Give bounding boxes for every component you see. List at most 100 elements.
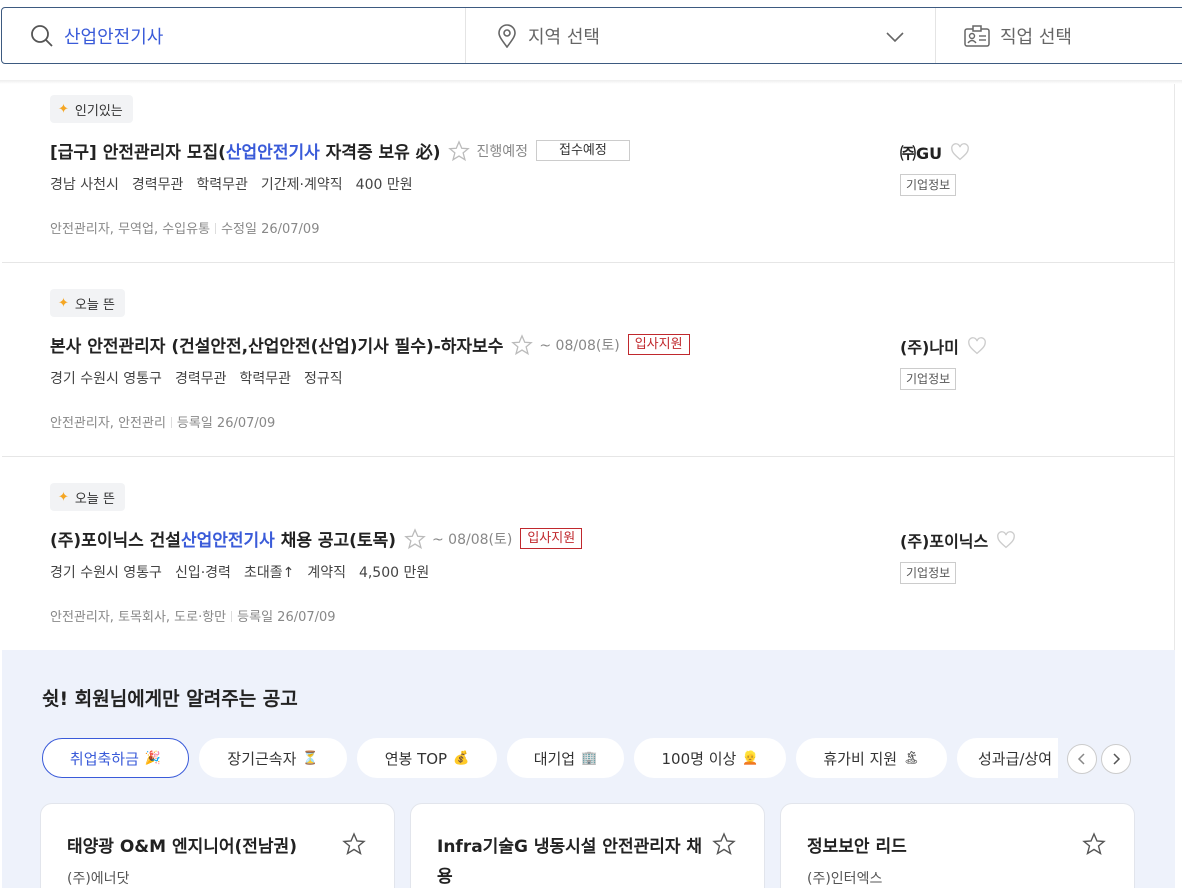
chevron-left-icon: [1077, 753, 1085, 765]
location-pin-icon: [498, 23, 516, 48]
company-name[interactable]: (주)나미: [900, 334, 987, 358]
company-info-button[interactable]: 기업정보: [900, 368, 957, 390]
job-item[interactable]: ✦ 인기있는 [급구] 안전관리자 모집(산업안전기사 자격증 보유 必) 진행…: [2, 84, 1174, 263]
star-icon[interactable]: [404, 527, 426, 550]
chip-bonus[interactable]: 성과급/상여: [957, 738, 1058, 778]
apply-badge[interactable]: 입사지원: [627, 334, 690, 355]
job-badge: ✦ 오늘 뜬: [50, 483, 125, 511]
company-info-button[interactable]: 기업정보: [900, 174, 957, 196]
job-meta: 경기 수원시 영통구 경력무관 학력무관 정규직: [50, 368, 356, 388]
chip-100-plus[interactable]: 100명 이상 👱: [634, 738, 786, 778]
chevron-down-icon: [886, 32, 904, 43]
party-icon: 🎉: [144, 750, 162, 766]
company-info-button[interactable]: 기업정보: [900, 562, 957, 584]
chip-vacation-support[interactable]: 휴가비 지원 🏝: [796, 738, 947, 778]
region-label: 지역 선택: [528, 26, 600, 48]
recommend-card[interactable]: 태양광 O&M 엔지니어(전남권) (주)에너닷: [40, 803, 395, 888]
job-career: 신입·경력: [174, 565, 231, 581]
job-title-row: 본사 안전관리자 (건설안전,산업안전(산업)기사 필수)-하자보수 ~ 08/…: [50, 332, 690, 357]
job-item[interactable]: ✦ 오늘 뜬 본사 안전관리자 (건설안전,산업안전(산업)기사 필수)-하자보…: [2, 263, 1174, 457]
sparkle-icon: ✦: [58, 295, 69, 311]
job-deadline: ~ 08/08(토): [432, 531, 513, 548]
job-location: 경남 사천시: [50, 177, 119, 193]
job-title-row: [급구] 안전관리자 모집(산업안전기사 자격증 보유 必) 진행예정 접수예정: [50, 138, 630, 163]
badge-label: 인기있는: [74, 103, 123, 119]
next-button[interactable]: [1101, 744, 1131, 774]
star-icon[interactable]: [342, 832, 366, 856]
company-name[interactable]: (주)포이닉스: [900, 528, 1016, 552]
job-date: 등록일 26/07/09: [176, 416, 276, 431]
job-meta: 경기 수원시 영통구 신입·경력 초대졸↑ 계약직 4,500 만원: [50, 562, 442, 582]
job-categories: 안전관리자, 무역업, 수입유통: [50, 222, 211, 237]
job-location: 경기 수원시 영통구: [50, 371, 162, 387]
job-title-row: (주)포이닉스 건설산업안전기사 채용 공고(토목) ~ 08/08(토) 입사…: [50, 526, 583, 551]
badge-label: 오늘 뜬: [74, 297, 115, 313]
job-label: 직업 선택: [1000, 26, 1072, 48]
heart-icon[interactable]: [967, 337, 987, 355]
job-type: 기간제·계약직: [260, 177, 343, 193]
status-badge: 접수예정: [536, 140, 630, 161]
hourglass-icon: ⏳: [302, 750, 319, 766]
job-categories: 안전관리자, 안전관리: [50, 416, 166, 431]
job-salary: 4,500 만원: [358, 565, 430, 581]
star-icon[interactable]: [448, 139, 471, 162]
job-education: 학력무관: [239, 371, 292, 387]
member-recommend-section: 쉿! 회원님에게만 알려주는 공고 취업축하금 🎉 장기근속자 ⏳ 연봉 TOP 💰 …: [2, 650, 1175, 888]
section-heading: 쉿! 회원님에게만 알려주는 공고: [42, 688, 298, 710]
building-icon: 🏢: [581, 750, 598, 766]
heart-icon[interactable]: [950, 143, 970, 161]
card-company: (주)인터엑스: [807, 871, 883, 887]
card-title: 정보보안 리드: [807, 837, 907, 857]
search-bar: 산업안전기사 지역 선택 직업 선택: [1, 7, 1182, 64]
job-meta: 경남 사천시 경력무관 학력무관 기간제·계약직 400 만원: [50, 174, 426, 194]
chip-large-company[interactable]: 대기업 🏢: [507, 738, 624, 778]
star-icon[interactable]: [1082, 832, 1106, 856]
card-title: 태양광 O&M 엔지니어(전남권): [67, 837, 297, 857]
job-type: 계약직: [307, 565, 346, 581]
company-name[interactable]: ㈜GU: [900, 140, 970, 164]
job-career: 경력무관: [131, 177, 184, 193]
sparkle-icon: ✦: [58, 101, 69, 117]
star-icon[interactable]: [712, 832, 736, 856]
job-location: 경기 수원시 영통구: [50, 565, 162, 581]
person-icon: 👱: [742, 750, 759, 766]
job-deadline: ~ 08/08(토): [539, 337, 620, 354]
prev-button[interactable]: [1067, 744, 1097, 774]
card-company: (주)에너닷: [67, 871, 130, 887]
job-footer: 안전관리자, 무역업, 수입유통 수정일 26/07/09: [50, 218, 319, 237]
chip-salary-top[interactable]: 연봉 TOP 💰: [357, 738, 497, 778]
recommend-card[interactable]: Infra기술G 냉동시설 안전관리자 채용: [410, 803, 765, 888]
region-select[interactable]: 지역 선택: [466, 8, 936, 63]
keyword-search-input[interactable]: 산업안전기사: [2, 8, 466, 63]
job-education: 학력무관: [196, 177, 248, 193]
money-bag-icon: 💰: [453, 750, 470, 766]
heart-icon[interactable]: [996, 531, 1016, 549]
star-icon[interactable]: [511, 333, 534, 356]
job-categories: 안전관리자, 토목회사, 도로·항만: [50, 610, 227, 625]
job-footer: 안전관리자, 안전관리 등록일 26/07/09: [50, 412, 275, 431]
sparkle-icon: ✦: [58, 489, 69, 505]
keyword-value: 산업안전기사: [64, 26, 164, 48]
job-date: 수정일 26/07/09: [221, 222, 320, 237]
job-title[interactable]: 본사 안전관리자 (건설안전,산업안전(산업)기사 필수)-하자보수: [50, 332, 503, 357]
job-select[interactable]: 직업 선택: [936, 8, 1182, 63]
job-title[interactable]: (주)포이닉스 건설산업안전기사 채용 공고(토목): [50, 526, 396, 551]
job-type: 정규직: [304, 371, 343, 387]
recommend-card[interactable]: 정보보안 리드 (주)인터엑스: [780, 803, 1135, 888]
job-badge: ✦ 인기있는: [50, 95, 133, 123]
job-badge: ✦ 오늘 뜬: [50, 289, 125, 317]
job-education: 초대졸↑: [243, 565, 295, 581]
job-footer: 안전관리자, 토목회사, 도로·항만 등록일 26/07/09: [50, 606, 336, 625]
id-card-icon: [964, 24, 990, 47]
job-item[interactable]: ✦ 오늘 뜬 (주)포이닉스 건설산업안전기사 채용 공고(토목) ~ 08/0…: [2, 457, 1174, 651]
job-deadline: 진행예정: [476, 143, 529, 160]
job-title[interactable]: [급구] 안전관리자 모집(산업안전기사 자격증 보유 必): [50, 138, 440, 163]
chevron-right-icon: [1113, 753, 1121, 765]
island-icon: 🏝: [903, 750, 920, 766]
apply-badge[interactable]: 입사지원: [520, 528, 583, 549]
job-career: 경력무관: [174, 371, 227, 387]
filter-chips: 취업축하금 🎉 장기근속자 ⏳ 연봉 TOP 💰 대기업 🏢 100명 이상 👱 휴가비 …: [42, 738, 1058, 778]
chip-long-tenure[interactable]: 장기근속자 ⏳: [199, 738, 347, 778]
job-list: ✦ 인기있는 [급구] 안전관리자 모집(산업안전기사 자격증 보유 必) 진행…: [2, 84, 1175, 651]
chip-signing-bonus[interactable]: 취업축하금 🎉: [42, 738, 189, 778]
